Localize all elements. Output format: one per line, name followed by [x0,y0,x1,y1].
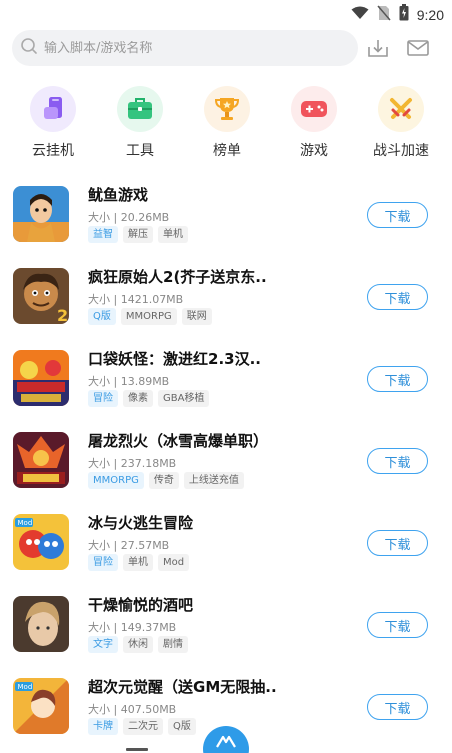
game-size: 大小 | 27.57MB [88,539,170,552]
game-title: 屠龙烈火（冰雪高爆单职） [88,432,269,450]
trophy-icon [204,86,250,132]
game-size: 大小 | 237.18MB [88,457,177,470]
game-tag: 二次元 [123,718,163,735]
search-icon [20,37,38,59]
game-list-item[interactable]: 口袋妖怪：激进红2.3汉.. 大小 | 13.89MB 冒险 像素 GBA移植 … [0,342,452,424]
game-tag: 单机 [158,226,188,243]
game-list-item[interactable]: Mod 冰与火逃生冒险 大小 | 27.57MB 冒险 单机 Mod 下载 [0,506,452,588]
game-tags: MMORPG 传奇 上线送充值 [88,472,244,489]
game-thumbnail [13,350,69,406]
category-rankings[interactable]: 榜单 [192,86,262,160]
category-label: 战斗加速 [373,143,429,159]
category-battle-boost[interactable]: 战斗加速 [366,86,436,160]
game-title: 超次元觉醒（送GM无限抽.. [88,678,277,696]
category-label: 榜单 [213,143,241,159]
game-thumbnail [13,596,69,652]
game-tag: Q版 [88,308,116,325]
game-tag: Q版 [168,718,196,735]
category-row: 云挂机 工具 榜单 游戏 战斗加速 [0,86,452,166]
download-button[interactable]: 下载 [367,612,428,638]
swords-icon [378,86,424,132]
no-sim-icon [377,5,391,25]
category-label: 工具 [126,143,154,159]
game-tags: 冒险 像素 GBA移植 [88,390,210,407]
status-bar: 9:20 [0,0,452,26]
game-thumbnail [13,186,69,242]
cloud-phone-icon [30,86,76,132]
game-size: 大小 | 13.89MB [88,375,170,388]
game-tag: GBA移植 [158,390,210,407]
search-input[interactable] [44,40,344,56]
game-tag: MMORPG [120,308,177,325]
game-list-item[interactable]: 鱿鱼游戏 大小 | 20.26MB 益智 解压 单机 下载 [0,178,452,260]
game-tag: 剧情 [158,636,188,653]
game-tag: 单机 [123,554,153,571]
game-title: 干燥愉悦的酒吧 [88,596,194,614]
game-tag: 冒险 [88,390,118,407]
game-tag: 像素 [123,390,153,407]
game-thumbnail: Mod [13,514,69,570]
download-button[interactable]: 下载 [367,448,428,474]
game-tag: MMORPG [88,472,144,489]
game-list-item[interactable]: 干燥愉悦的酒吧 大小 | 149.37MB 文字 休闲 剧情 下载 [0,588,452,670]
category-label: 游戏 [300,143,328,159]
category-tools[interactable]: 工具 [105,86,175,160]
game-list-item[interactable]: 屠龙烈火（冰雪高爆单职） 大小 | 237.18MB MMORPG 传奇 上线送… [0,424,452,506]
game-tags: Q版 MMORPG 联网 [88,308,212,325]
download-manager-icon[interactable] [366,36,390,60]
game-tag: 联网 [181,308,212,325]
game-thumbnail: 2 [13,268,69,324]
download-button[interactable]: 下载 [367,284,428,310]
download-button[interactable]: 下载 [367,530,428,556]
game-title: 口袋妖怪：激进红2.3汉.. [88,350,261,368]
game-tag: 传奇 [148,472,179,489]
game-tag: 解压 [123,226,153,243]
game-tag: Mod [158,554,190,571]
svg-text:2: 2 [57,306,68,324]
svg-text:Mod: Mod [18,519,33,527]
status-time: 9:20 [416,6,444,23]
game-tag: 休闲 [123,636,153,653]
download-button[interactable]: 下载 [367,202,428,228]
game-tags: 益智 解压 单机 [88,226,188,243]
game-size: 大小 | 1421.07MB [88,293,184,306]
category-cloud-hangup[interactable]: 云挂机 [18,86,88,160]
game-list-item[interactable]: 2 疯狂原始人2(芥子送京东.. 大小 | 1421.07MB Q版 MMORP… [0,260,452,342]
message-icon[interactable] [406,36,430,60]
wifi-icon [351,5,369,24]
game-tag: 上线送充值 [183,472,244,489]
game-tag: 文字 [88,636,118,653]
game-size: 大小 | 407.50MB [88,703,177,716]
bottom-nav-item[interactable] [126,748,148,751]
battery-icon [399,4,409,25]
download-button[interactable]: 下载 [367,694,428,720]
game-title: 冰与火逃生冒险 [88,514,194,532]
game-tag: 卡牌 [88,718,118,735]
download-button[interactable]: 下载 [367,366,428,392]
game-title: 鱿鱼游戏 [88,186,149,204]
game-tags: 卡牌 二次元 Q版 [88,718,196,735]
category-games[interactable]: 游戏 [279,86,349,160]
game-size: 大小 | 149.37MB [88,621,177,634]
game-tags: 冒险 单机 Mod [88,554,190,571]
svg-text:Mod: Mod [18,683,33,691]
game-size: 大小 | 20.26MB [88,211,170,224]
game-thumbnail: Mod [13,678,69,734]
status-icons: 9:20 [351,4,444,25]
fab-logo-icon [213,734,239,753]
category-label: 云挂机 [32,143,74,159]
game-tags: 文字 休闲 剧情 [88,636,188,653]
game-title: 疯狂原始人2(芥子送京东.. [88,268,267,286]
toolbox-icon [117,86,163,132]
gamepad-icon [291,86,337,132]
game-tag: 冒险 [88,554,118,571]
game-thumbnail [13,432,69,488]
search-box[interactable] [12,30,358,66]
search-row [12,30,442,66]
game-tag: 益智 [88,226,118,243]
